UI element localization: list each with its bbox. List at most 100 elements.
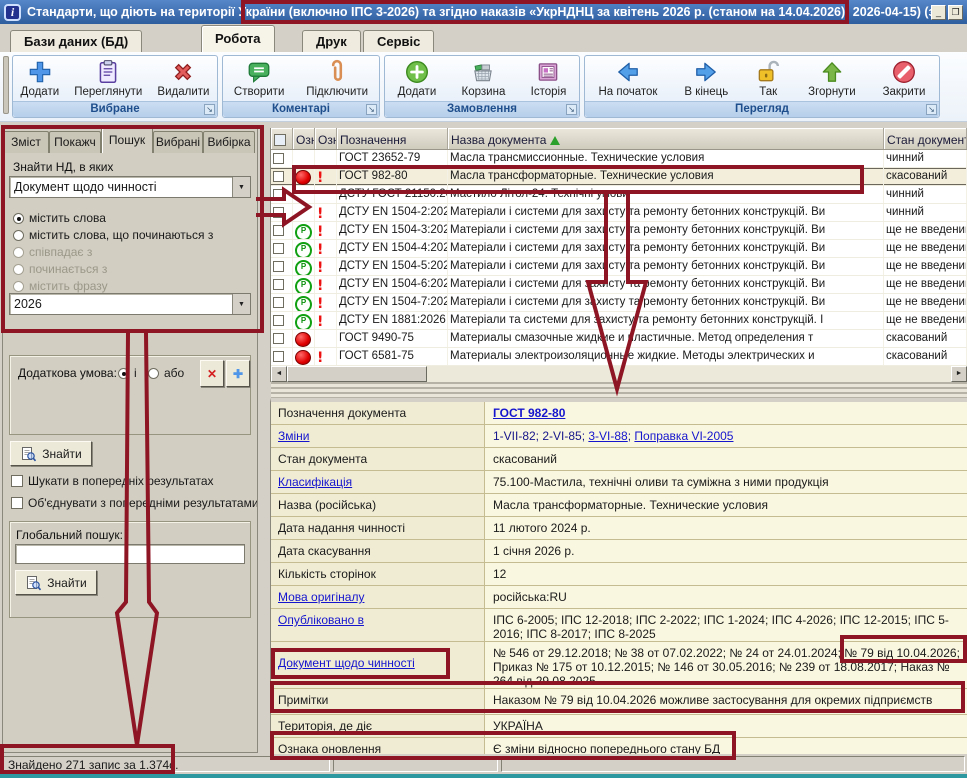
favorites-add-button[interactable]: Додати	[17, 58, 64, 99]
sidebar-tab-search[interactable]: Пошук	[101, 127, 153, 153]
row-checkbox[interactable]	[271, 348, 293, 365]
row-checkbox[interactable]	[271, 186, 293, 203]
dialog-launcher-icon[interactable]: ↘	[566, 104, 577, 115]
checkbox-merge-previous[interactable]: Об'єднувати з попередніми результатами	[11, 496, 257, 510]
go-last-button[interactable]: В кінець	[680, 58, 732, 99]
detail-value: Наказом № 79 від 10.04.2026 можливе заст…	[485, 689, 967, 714]
dialog-launcher-icon[interactable]: ↘	[204, 104, 215, 115]
row-checkbox[interactable]	[271, 168, 293, 185]
name-cell: Матеріали і системи для захисту та ремон…	[448, 258, 884, 275]
language-link[interactable]: Мова оригіналу	[278, 590, 364, 604]
row-checkbox[interactable]	[271, 330, 293, 347]
scroll-left-icon[interactable]: ◄	[271, 366, 287, 382]
row-checkbox[interactable]	[271, 276, 293, 293]
scroll-right-icon[interactable]: ►	[951, 366, 967, 382]
table-row[interactable]: ДСТУ EN 1504-3:2026 (EN Матеріали і сист…	[271, 222, 967, 240]
comment-create-button[interactable]: Створити	[230, 58, 288, 99]
change-link[interactable]: Поправка VI-2005	[634, 429, 733, 443]
table-row[interactable]: ГОСТ 9490-75 Материалы смазочные жидкие …	[271, 330, 967, 348]
row-checkbox[interactable]	[271, 222, 293, 239]
detail-row-pages: Кількість сторінок 12	[271, 563, 967, 586]
header-mark2[interactable]: Озн	[315, 128, 337, 149]
comment-attach-button[interactable]: Підключити	[302, 58, 372, 99]
radio-or[interactable]: або	[148, 366, 184, 380]
status-section	[333, 756, 498, 772]
find-button[interactable]: Знайти	[10, 441, 92, 466]
dialog-launcher-icon[interactable]: ↘	[926, 104, 937, 115]
chevron-down-icon[interactable]: ▼	[232, 177, 250, 197]
change-link[interactable]: 3-VI-88	[588, 429, 627, 443]
tab-print[interactable]: Друк	[302, 30, 361, 52]
table-row[interactable]: ГОСТ 982-80 Масла трансформаторные. Техн…	[271, 168, 967, 186]
radio-contains-words[interactable]: містить слова	[13, 211, 106, 225]
button-label: Корзина	[462, 86, 506, 98]
document-link[interactable]: ГОСТ 982-80	[493, 406, 565, 420]
published-link[interactable]: Опубліковано в	[278, 613, 364, 627]
header-mark1[interactable]: Озн	[293, 128, 315, 149]
ribbon-group-view: На початок В кінець Так Згорнути Закрити…	[584, 55, 940, 118]
row-checkbox[interactable]	[271, 150, 293, 167]
global-search-input[interactable]	[15, 544, 245, 564]
row-checkbox[interactable]	[271, 258, 293, 275]
tab-databases[interactable]: Бази даних (БД)	[10, 30, 142, 52]
sidebar-tab-selected[interactable]: Вибрані	[153, 131, 203, 153]
change-icon-cell	[315, 258, 337, 275]
dialog-launcher-icon[interactable]: ↘	[366, 104, 377, 115]
find-button-label: Знайти	[42, 447, 81, 461]
header-designation[interactable]: Позначення	[337, 128, 448, 149]
go-first-button[interactable]: На початок	[594, 58, 661, 99]
order-history-button[interactable]: Історія	[527, 58, 571, 99]
maximize-button[interactable]: ❐	[948, 5, 963, 20]
row-checkbox[interactable]	[271, 294, 293, 311]
scrollbar-thumb[interactable]	[287, 366, 427, 382]
table-row[interactable]: ДСТУ ГОСТ 21150:2019 (Г Мастило Літол-24…	[271, 186, 967, 204]
checkbox-icon	[11, 497, 23, 509]
table-row[interactable]: ДСТУ EN 1504-6:2026 (EN Матеріали і сист…	[271, 276, 967, 294]
validity-document-link[interactable]: Документ щодо чинності	[278, 656, 415, 670]
sidebar-tab-selection[interactable]: Вибірка	[203, 131, 255, 153]
tab-service[interactable]: Сервіс	[363, 30, 434, 52]
sidebar-tab-index[interactable]: Покажч	[49, 131, 101, 153]
order-add-button[interactable]: Додати	[394, 58, 441, 99]
changes-link[interactable]: Зміни	[278, 429, 310, 443]
header-state[interactable]: Стан документа	[884, 128, 967, 149]
collapse-button[interactable]: Згорнути	[804, 58, 859, 99]
state-icon-cell	[293, 276, 315, 293]
remove-condition-button[interactable]: ✕	[200, 360, 224, 387]
detail-value: УКРАЇНА	[485, 715, 967, 737]
minimize-button[interactable]: _	[931, 5, 946, 20]
search-field-combobox[interactable]: Документ щодо чинності ▼	[9, 176, 251, 198]
tab-work[interactable]: Робота	[201, 25, 275, 52]
favorites-view-button[interactable]: Переглянути	[70, 58, 146, 99]
table-row[interactable]: ДСТУ EN 1504-2:2026 (EN Матеріали і сист…	[271, 204, 967, 222]
panel-splitter[interactable]	[271, 382, 967, 398]
chevron-down-icon[interactable]: ▼	[232, 294, 250, 314]
yes-button[interactable]: Так	[751, 58, 785, 99]
table-row[interactable]: ГОСТ 23652-79 Масла трансмиссионные. Тех…	[271, 150, 967, 168]
table-row[interactable]: ДСТУ EN 1881:2026 (EN 18 Матеріали та си…	[271, 312, 967, 330]
horizontal-scrollbar: ◄ ►	[271, 366, 967, 382]
plus-icon	[27, 59, 53, 85]
table-row[interactable]: ГОСТ 6581-75 Материалы электроизоляционн…	[271, 348, 967, 366]
row-checkbox[interactable]	[271, 312, 293, 329]
radio-starts-with-words[interactable]: містить слова, що починаються з	[13, 228, 213, 242]
global-find-button[interactable]: Знайти	[15, 570, 97, 595]
checkbox-search-previous[interactable]: Шукати в попередніх результатах	[11, 474, 257, 488]
favorites-delete-button[interactable]: Видалити	[153, 58, 213, 99]
state-icon-cell	[293, 312, 315, 329]
sidebar-tab-contents[interactable]: Зміст	[3, 131, 49, 153]
table-row[interactable]: ДСТУ EN 1504-4:2026 (EN Матеріали і сист…	[271, 240, 967, 258]
radio-and[interactable]: і	[118, 366, 137, 380]
classification-link[interactable]: Класифікація	[278, 475, 352, 489]
header-name[interactable]: Назва документа	[448, 128, 884, 149]
row-checkbox[interactable]	[271, 204, 293, 221]
table-row[interactable]: ДСТУ EN 1504-7:2026 (EN Матеріали і сист…	[271, 294, 967, 312]
order-basket-button[interactable]: Корзина	[458, 58, 510, 99]
row-checkbox[interactable]	[271, 240, 293, 257]
year-combobox[interactable]: 2026 ▼	[9, 293, 251, 315]
header-select-all[interactable]	[271, 128, 293, 149]
state-icon-cell	[293, 168, 315, 185]
add-condition-button[interactable]: ✚	[226, 360, 250, 387]
close-button[interactable]: Закрити	[879, 58, 930, 99]
table-row[interactable]: ДСТУ EN 1504-5:2026 (EN Матеріали і сист…	[271, 258, 967, 276]
